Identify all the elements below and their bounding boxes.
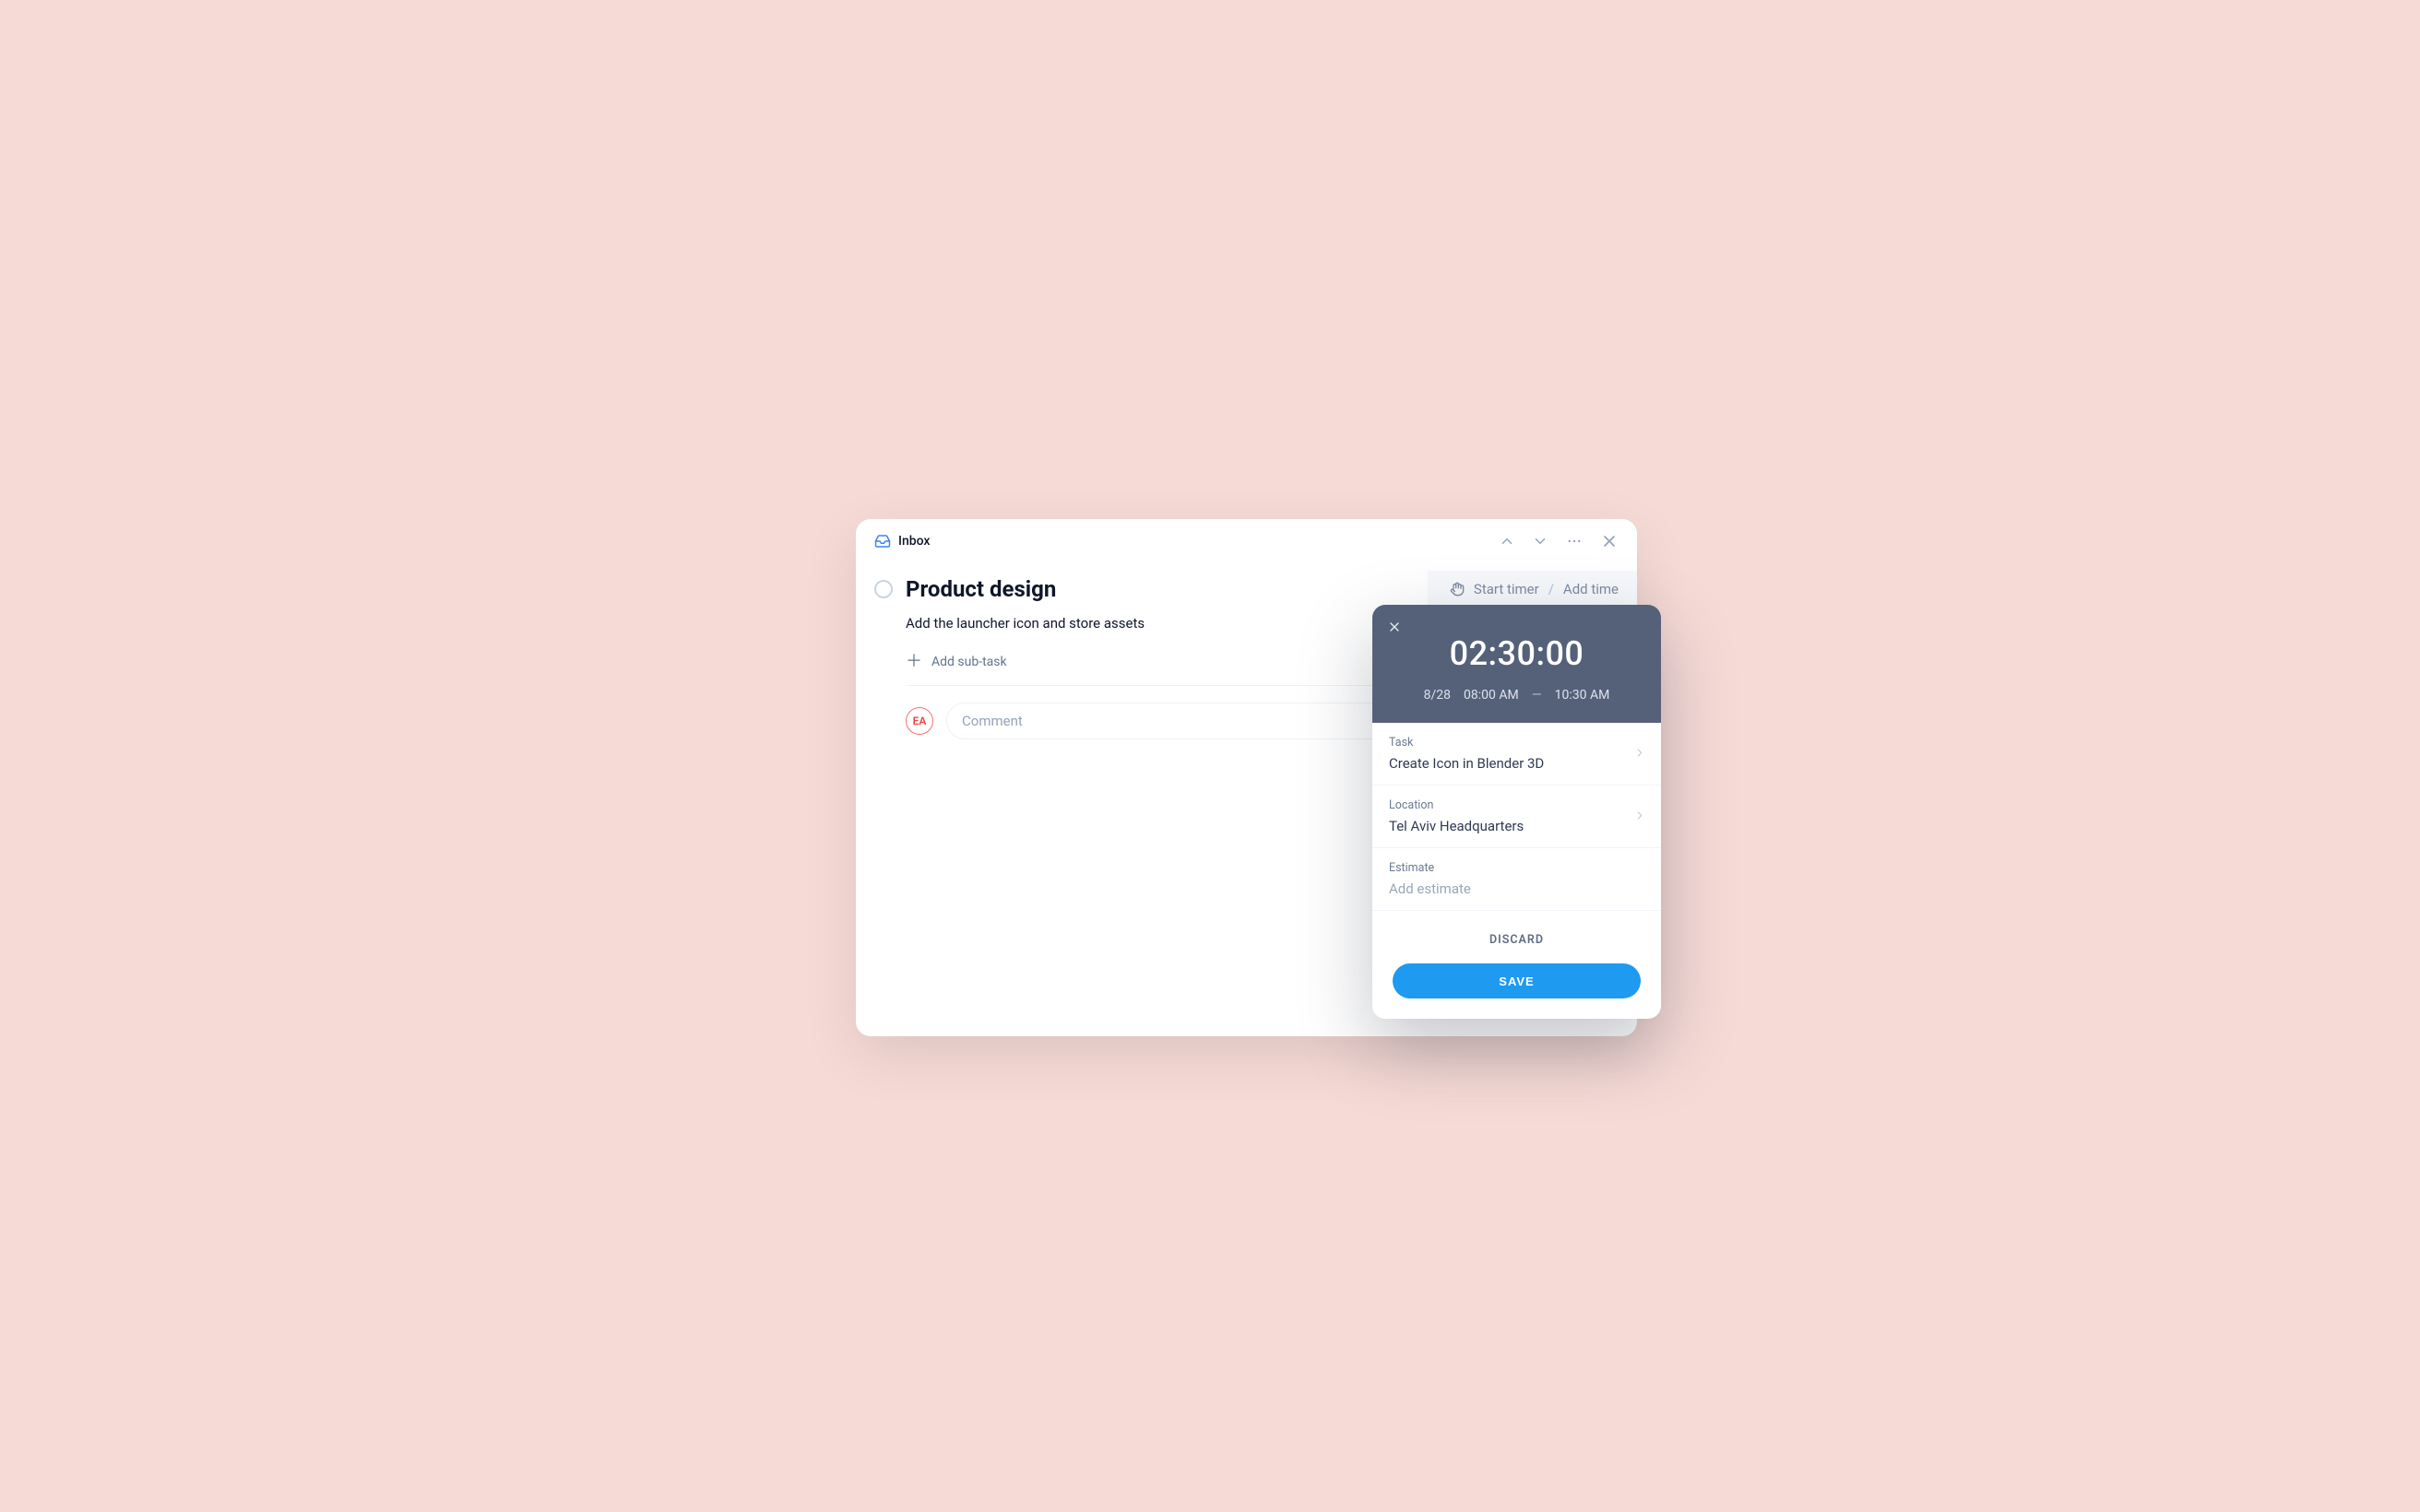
start-timer-link[interactable]: Start timer bbox=[1474, 581, 1539, 597]
prev-task-button[interactable] bbox=[1499, 533, 1515, 549]
timer-toolbar: Start timer / Add time bbox=[1428, 571, 1637, 608]
chevron-right-icon bbox=[1633, 808, 1646, 825]
task-field-value: Create Icon in Blender 3D bbox=[1389, 755, 1644, 772]
inbox-label: Inbox bbox=[898, 534, 930, 549]
location-field-value: Tel Aviv Headquarters bbox=[1389, 818, 1644, 834]
complete-checkbox[interactable] bbox=[874, 580, 893, 598]
chevron-right-icon bbox=[1633, 745, 1646, 762]
entry-date[interactable]: 8/28 bbox=[1424, 688, 1451, 703]
task-field-label: Task bbox=[1389, 736, 1644, 750]
add-time-link[interactable]: Add time bbox=[1563, 581, 1619, 597]
time-entry-popover: 02:30:00 8/28 08:00 AM — 10:30 AM Task C… bbox=[1372, 605, 1661, 1019]
task-field[interactable]: Task Create Icon in Blender 3D bbox=[1372, 723, 1661, 786]
entry-start-time[interactable]: 08:00 AM bbox=[1464, 688, 1519, 703]
location-field[interactable]: Location Tel Aviv Headquarters bbox=[1372, 786, 1661, 848]
duration-display[interactable]: 02:30:00 bbox=[1372, 634, 1661, 673]
popover-header: 02:30:00 8/28 08:00 AM — 10:30 AM bbox=[1372, 605, 1661, 723]
estimate-field-label: Estimate bbox=[1389, 861, 1644, 875]
location-field-label: Location bbox=[1389, 798, 1644, 812]
hand-icon bbox=[1450, 582, 1465, 597]
estimate-field[interactable]: Estimate Add estimate bbox=[1372, 848, 1661, 911]
entry-end-time[interactable]: 10:30 AM bbox=[1555, 688, 1610, 703]
time-range-dash: — bbox=[1532, 688, 1542, 703]
add-subtask-label: Add sub-task bbox=[931, 655, 1007, 669]
discard-button[interactable]: DISCARD bbox=[1393, 933, 1641, 947]
avatar[interactable]: EA bbox=[906, 707, 933, 735]
task-title[interactable]: Product design bbox=[906, 576, 1056, 602]
save-button[interactable]: SAVE bbox=[1393, 963, 1641, 998]
next-task-button[interactable] bbox=[1532, 533, 1548, 549]
inbox-icon bbox=[874, 533, 891, 549]
task-header: Inbox bbox=[856, 519, 1637, 550]
close-popover-button[interactable] bbox=[1387, 620, 1402, 638]
timer-separator: / bbox=[1548, 581, 1554, 597]
plus-icon: ＋ bbox=[906, 654, 922, 670]
more-menu-button[interactable] bbox=[1565, 533, 1584, 549]
estimate-placeholder: Add estimate bbox=[1389, 880, 1644, 897]
close-task-button[interactable] bbox=[1600, 532, 1619, 550]
